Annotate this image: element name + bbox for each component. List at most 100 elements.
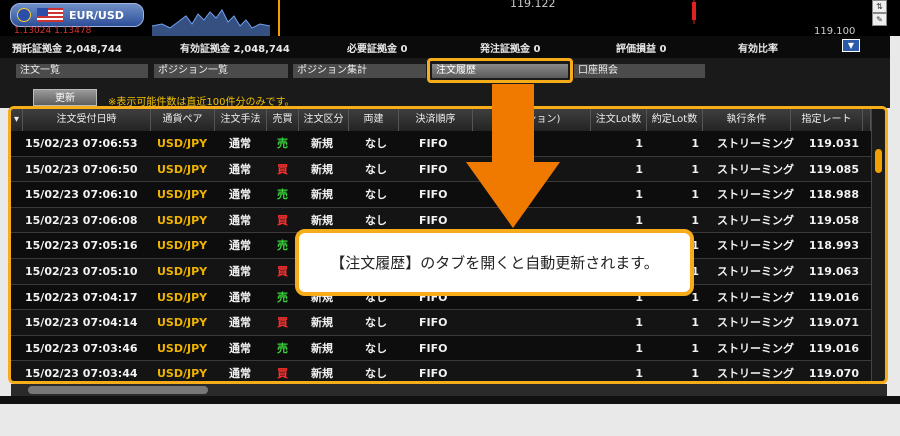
- cell-side: 買: [277, 264, 288, 278]
- cell-settle-order: FIFO: [419, 188, 448, 202]
- tab-position-summary[interactable]: ポジション集計: [293, 64, 426, 78]
- tab-order-list[interactable]: 注文一覧: [16, 64, 148, 78]
- effective-margin-summary: 有効証拠金 2,048,744: [180, 44, 290, 55]
- col-header-pair[interactable]: 通貨ペア: [151, 109, 215, 131]
- table-row[interactable]: 15/02/23 07:03:46 USD/JPY 通常 売 新規 なし FIF…: [11, 336, 871, 362]
- table-row[interactable]: 15/02/23 07:06:53 USD/JPY 通常 売 新規 なし FIF…: [11, 131, 871, 157]
- cell-exec-condition: ストリーミング: [717, 316, 794, 330]
- col-header-rate[interactable]: 指定レート: [791, 109, 863, 131]
- cell-method: 通常: [229, 290, 251, 304]
- cell-datetime: 15/02/23 07:06:50: [25, 162, 138, 176]
- table-row[interactable]: 15/02/23 07:04:14 USD/JPY 通常 買 新規 なし FIF…: [11, 310, 871, 336]
- cell-exec-condition: ストリーミング: [717, 137, 794, 150]
- mini-price-chart: [152, 9, 270, 36]
- vertical-scroll-thumb[interactable]: [875, 149, 882, 173]
- cell-exec-condition: ストリーミング: [717, 367, 794, 381]
- refresh-button[interactable]: 更新: [33, 89, 97, 106]
- cell-exec-condition: ストリーミング: [717, 264, 794, 278]
- cell-method: 通常: [229, 264, 251, 278]
- cell-side: 売: [277, 239, 288, 253]
- col-header-order-lots[interactable]: 注文Lot数: [591, 109, 647, 131]
- cell-hedge: なし: [365, 137, 387, 150]
- cell-rate: 119.071: [808, 316, 859, 330]
- cell-hedge: なし: [365, 367, 387, 381]
- cell-hedge: なし: [365, 162, 387, 176]
- vertical-scrollbar[interactable]: [871, 109, 885, 381]
- account-summary-bar: 預託証拠金 2,048,744 有効証拠金 2,048,744 必要証拠金 0 …: [0, 36, 890, 58]
- tab-position-list[interactable]: ポジション一覧: [154, 64, 288, 78]
- cell-method: 通常: [229, 188, 251, 202]
- collapse-toggle-icon[interactable]: ▼: [842, 39, 860, 52]
- callout-box: 【注文履歴】のタブを開くと自動更新されます。: [295, 229, 694, 296]
- cell-pair: USD/JPY: [157, 290, 208, 304]
- cell-rate: 119.063: [808, 264, 859, 278]
- cell-settle-order: FIFO: [419, 162, 448, 176]
- cell-type: 新規: [311, 367, 333, 381]
- tab-account-inquiry[interactable]: 口座照会: [574, 64, 705, 78]
- cell-rate: 119.085: [808, 162, 859, 176]
- cell-side: 買: [277, 213, 288, 227]
- chart-crosshair-icon[interactable]: ✎: [872, 13, 887, 26]
- cell-settle-order: FIFO: [419, 341, 448, 355]
- currency-pair-button[interactable]: EUR/USD: [10, 3, 144, 27]
- col-header-datetime[interactable]: 注文受付日時: [23, 109, 151, 131]
- currency-pair-label: EUR/USD: [69, 8, 124, 22]
- cell-datetime: 15/02/23 07:05:10: [25, 264, 138, 278]
- cell-order-lots: 1: [635, 188, 643, 202]
- col-header-type[interactable]: 注文区分: [299, 109, 349, 131]
- cell-pair: USD/JPY: [157, 341, 208, 355]
- active-tab-highlight: [427, 58, 573, 83]
- cell-datetime: 15/02/23 07:06:08: [25, 213, 138, 227]
- window-bottom-edge: [0, 396, 900, 404]
- horizontal-scroll-thumb[interactable]: [28, 386, 208, 394]
- cell-side: 買: [277, 367, 288, 381]
- table-row[interactable]: 15/02/23 07:06:10 USD/JPY 通常 売 新規 なし FIF…: [11, 182, 871, 208]
- cell-datetime: 15/02/23 07:03:44: [25, 367, 138, 381]
- cell-datetime: 15/02/23 07:04:17: [25, 290, 138, 304]
- sort-arrow-icon[interactable]: ▾: [11, 109, 23, 131]
- cell-filled-lots: 1: [691, 137, 699, 150]
- cell-pair: USD/JPY: [157, 162, 208, 176]
- cell-order-lots: 1: [635, 137, 643, 150]
- cell-pair: USD/JPY: [157, 367, 208, 381]
- cell-exec-condition: ストリーミング: [717, 188, 794, 202]
- cell-side: 売: [277, 341, 288, 355]
- cell-datetime: 15/02/23 07:04:14: [25, 316, 138, 330]
- bid-ask-readout: 1.13024 1.13478: [14, 26, 92, 36]
- cell-order-lots: 1: [635, 367, 643, 381]
- cell-filled-lots: 1: [691, 162, 699, 176]
- col-header-exec-condition[interactable]: 執行条件: [703, 109, 791, 131]
- cell-pair: USD/JPY: [157, 137, 208, 150]
- cell-hedge: なし: [365, 316, 387, 330]
- cell-pair: USD/JPY: [157, 264, 208, 278]
- table-row[interactable]: 15/02/23 07:03:44 USD/JPY 通常 買 新規 なし FIF…: [11, 361, 871, 381]
- cell-datetime: 15/02/23 07:03:46: [25, 341, 138, 355]
- down-arrow-icon: [466, 84, 560, 228]
- cell-type: 新規: [311, 137, 333, 150]
- cell-exec-condition: ストリーミング: [717, 239, 794, 253]
- cell-settle-order: FIFO: [419, 367, 448, 381]
- cell-order-lots: 1: [635, 162, 643, 176]
- pnl-summary: 評価損益 0: [616, 44, 667, 55]
- cell-rate: 119.016: [808, 341, 859, 355]
- cell-rate: 119.058: [808, 213, 859, 227]
- col-header-hedge[interactable]: 両建: [349, 109, 399, 131]
- table-row[interactable]: 15/02/23 07:06:50 USD/JPY 通常 買 新規 なし FIF…: [11, 156, 871, 183]
- price-chart-panel: [278, 0, 840, 36]
- cell-settle-order: FIFO: [419, 316, 448, 330]
- cell-side: 売: [277, 188, 288, 202]
- cell-hedge: なし: [365, 341, 387, 355]
- cell-pair: USD/JPY: [157, 213, 208, 227]
- col-header-method[interactable]: 注文手法: [215, 109, 267, 131]
- cell-type: 新規: [311, 316, 333, 330]
- cell-method: 通常: [229, 341, 251, 355]
- cell-exec-condition: ストリーミング: [717, 213, 794, 227]
- col-header-filled-lots[interactable]: 約定Lot数: [647, 109, 703, 131]
- col-header-side[interactable]: 売買: [267, 109, 299, 131]
- chart-tool-icon[interactable]: ⇅: [872, 0, 887, 13]
- cell-rate: 119.016: [808, 290, 859, 304]
- cell-datetime: 15/02/23 07:05:16: [25, 239, 138, 253]
- deposit-summary: 預託証拠金 2,048,744: [12, 44, 122, 55]
- cell-rate: 119.070: [808, 367, 859, 381]
- col-header-settle-order[interactable]: 決済順序: [399, 109, 473, 131]
